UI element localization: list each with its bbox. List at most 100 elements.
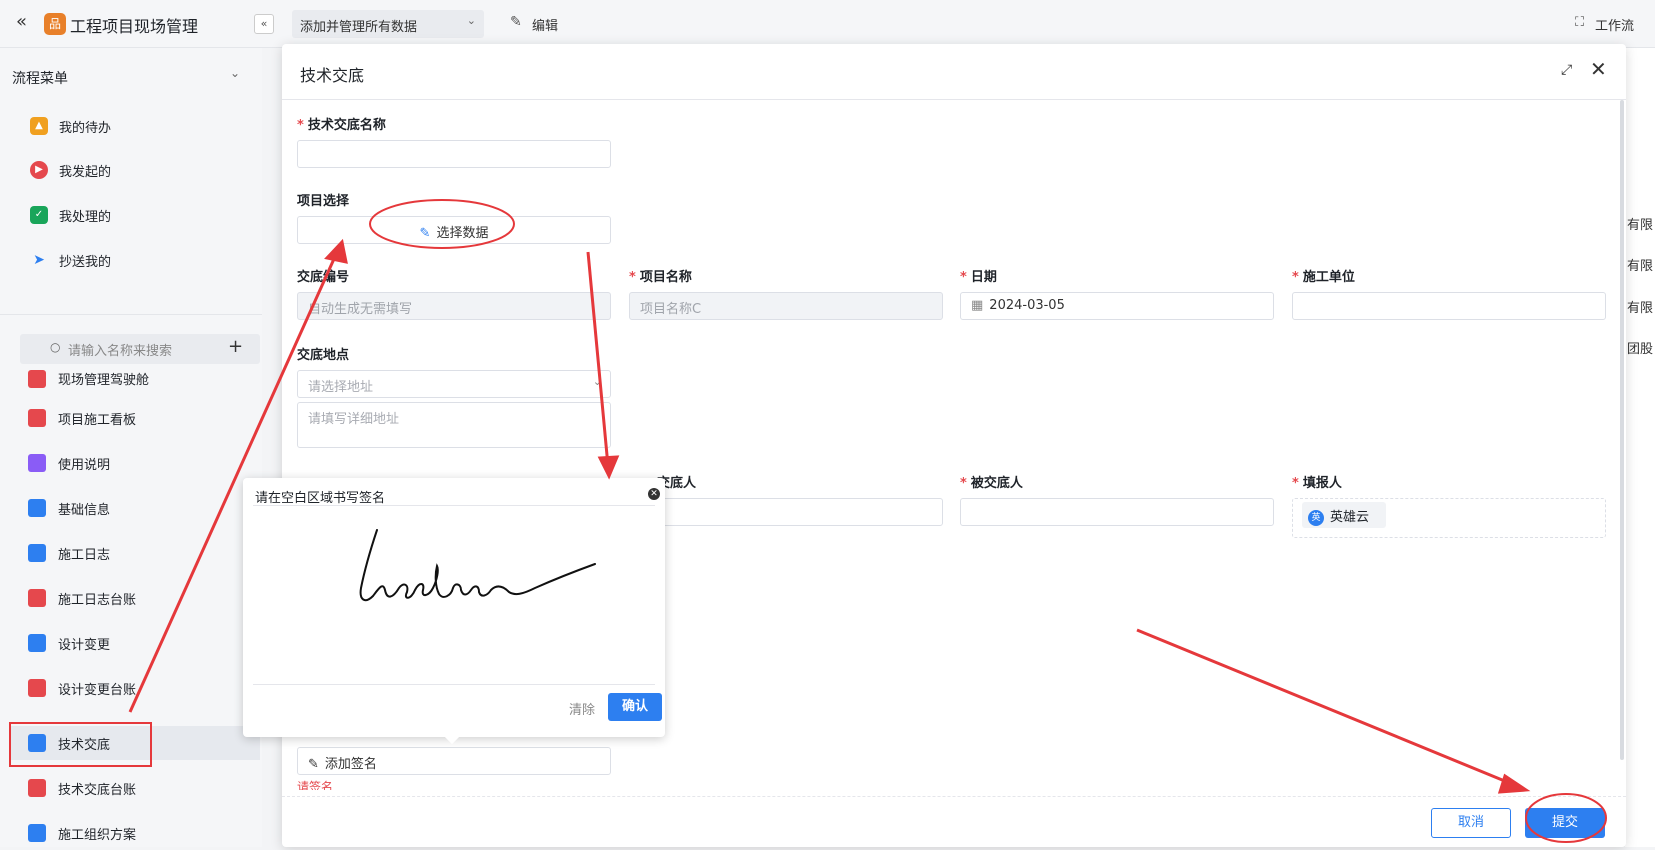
address-select[interactable]: 请选择地址 ⌄ [297, 370, 611, 398]
dataset-selector[interactable]: 添加并管理所有数据 ⌄ [292, 10, 484, 38]
search-icon: ○ [50, 340, 61, 354]
sidebar-search[interactable]: ○ 请输入名称来搜索 + [20, 334, 260, 364]
search-placeholder: 请输入名称来搜索 [68, 344, 173, 359]
number-label: 交底编号 [297, 270, 350, 285]
form-icon [28, 734, 46, 752]
dialog-divider [282, 99, 1626, 100]
confirm-signature-button[interactable]: 确认 [608, 693, 662, 721]
filler-name: 英雄云 [1330, 510, 1370, 525]
filler-label: * 填报人 [1292, 476, 1342, 491]
nav-item-log-ledger[interactable]: 施工日志台账 [10, 581, 260, 615]
date-label: * 日期 [960, 270, 997, 285]
collapse-sidebar-button[interactable]: « [254, 14, 274, 34]
sidebar-item-initiated[interactable]: ▶ 我发起的 [30, 158, 111, 182]
clear-signature-button[interactable]: 清除 [569, 699, 595, 718]
disclosee-input[interactable] [960, 498, 1274, 526]
expand-icon[interactable]: ⤢ [1561, 62, 1572, 78]
signature-error: 请签名 [297, 780, 334, 790]
form-icon [28, 824, 46, 842]
top-bar: « 品 工程项目现场管理 « 添加并管理所有数据 ⌄ ✎ 编辑 ⛶ 工作流 [0, 0, 1655, 48]
chevron-down-icon: ⌄ [466, 14, 476, 27]
dialog-title: 技术交底 [300, 66, 365, 85]
app-logo: 品 [44, 13, 66, 35]
nav-item-cockpit[interactable]: 现场管理驾驶舱 [10, 366, 260, 388]
date-input[interactable]: ▦ 2024-03-05 [960, 292, 1274, 320]
check-icon: ✓ [30, 206, 48, 224]
sidebar-item-todo[interactable]: ▲ 我的待办 [30, 114, 111, 138]
workflow-button[interactable]: 工作流 [1595, 15, 1634, 34]
app-title: 工程项目现场管理 [70, 17, 199, 36]
dashboard-icon [28, 779, 46, 797]
nav-item-basic-info[interactable]: 基础信息 [10, 491, 260, 525]
nav-item-board[interactable]: 项目施工看板 [10, 401, 260, 435]
submit-button[interactable]: 提交 [1525, 808, 1605, 838]
avatar: 英 [1308, 509, 1324, 526]
dashboard-icon [28, 409, 46, 427]
signature-canvas[interactable] [253, 508, 655, 682]
discloser-input[interactable] [629, 498, 943, 526]
construction-unit-input[interactable] [1292, 292, 1606, 320]
dashboard-icon [28, 589, 46, 607]
nav-item-label: 设计变更 [58, 637, 111, 653]
form-icon [28, 634, 46, 652]
nav-item-label: 技术交底 [58, 737, 111, 753]
chevron-down-icon: ⌄ [592, 375, 602, 388]
play-icon: ▶ [30, 161, 48, 179]
dashboard-icon [28, 454, 46, 472]
nav-item-design-change-ledger[interactable]: 设计变更台账 [10, 671, 260, 705]
signature-popover: 请在空白区域书写签名 ✕ 清除 确认 [243, 478, 665, 745]
chevron-down-icon[interactable]: ⌄ [230, 66, 240, 80]
nav-item-label: 现场管理驾驶舱 [58, 373, 150, 388]
nav-item-tech-disclosure-ledger[interactable]: 技术交底台账 [10, 771, 260, 805]
construction-unit-label: * 施工单位 [1292, 270, 1355, 285]
add-signature-button[interactable]: ✎ 添加签名 [297, 747, 611, 775]
pencil-icon[interactable]: ✎ [510, 14, 522, 30]
sidebar-item-cc[interactable]: ➤ 抄送我的 [30, 248, 111, 272]
nav-item-label: 使用说明 [58, 457, 111, 473]
table-cell: 团股 [1627, 342, 1654, 357]
sidebar-item-handled[interactable]: ✓ 我处理的 [30, 203, 111, 227]
background-table [1625, 48, 1655, 847]
signature-prompt: 请在空白区域书写签名 [255, 491, 386, 506]
filler-chip[interactable]: 英英雄云 [1302, 502, 1386, 528]
dashboard-icon [28, 370, 46, 388]
name-label: * 技术交底名称 [297, 118, 386, 133]
scrollbar[interactable] [1620, 100, 1624, 760]
nav-item-label: 施工日志台账 [58, 592, 137, 608]
table-cell: 有限 [1627, 218, 1654, 233]
sidebar-item-label: 我发起的 [59, 164, 112, 180]
name-input[interactable] [297, 140, 611, 168]
footer-divider [282, 796, 1626, 797]
number-input: 自动生成无需填写 [297, 292, 611, 320]
form-icon [28, 544, 46, 562]
back-icon[interactable]: « [16, 11, 27, 32]
close-icon[interactable]: ✕ [1590, 57, 1607, 81]
sidebar-divider [0, 314, 262, 315]
nav-item-organization-plan[interactable]: 施工组织方案 [10, 816, 260, 850]
address-detail-input[interactable]: 请填写详细地址 [297, 402, 611, 448]
divider [253, 505, 655, 506]
nav-item-label: 项目施工看板 [58, 412, 137, 428]
pencil-icon: ✎ [308, 757, 319, 772]
select-data-button[interactable]: ✎ 选择数据 [297, 216, 611, 244]
edit-button[interactable]: 编辑 [532, 15, 558, 34]
folder-icon [28, 499, 46, 517]
project-select-label: 项目选择 [297, 194, 350, 209]
sidebar: 流程菜单 ⌄ ▲ 我的待办 ▶ 我发起的 ✓ 我处理的 ➤ 抄送我的 ○ 请输入… [0, 48, 262, 847]
nav-item-design-change[interactable]: 设计变更 [10, 626, 260, 660]
table-cell: 有限 [1627, 259, 1654, 274]
close-icon[interactable]: ✕ [648, 488, 660, 500]
sidebar-section-title[interactable]: 流程菜单 [12, 68, 68, 88]
nav-item-tech-disclosure[interactable]: 技术交底 [10, 726, 260, 760]
add-icon[interactable]: + [228, 336, 243, 357]
workflow-icon[interactable]: ⛶ [1575, 15, 1584, 30]
sidebar-item-label: 抄送我的 [59, 254, 112, 270]
nav-item-log[interactable]: 施工日志 [10, 536, 260, 570]
nav-item-label: 技术交底台账 [58, 782, 137, 798]
nav-item-manual[interactable]: 使用说明 [10, 446, 260, 480]
location-label: 交底地点 [297, 348, 350, 363]
calendar-icon: ▦ [971, 298, 984, 313]
divider [253, 684, 655, 685]
project-name-input: 项目名称C [629, 292, 943, 320]
cancel-button[interactable]: 取消 [1431, 808, 1511, 838]
